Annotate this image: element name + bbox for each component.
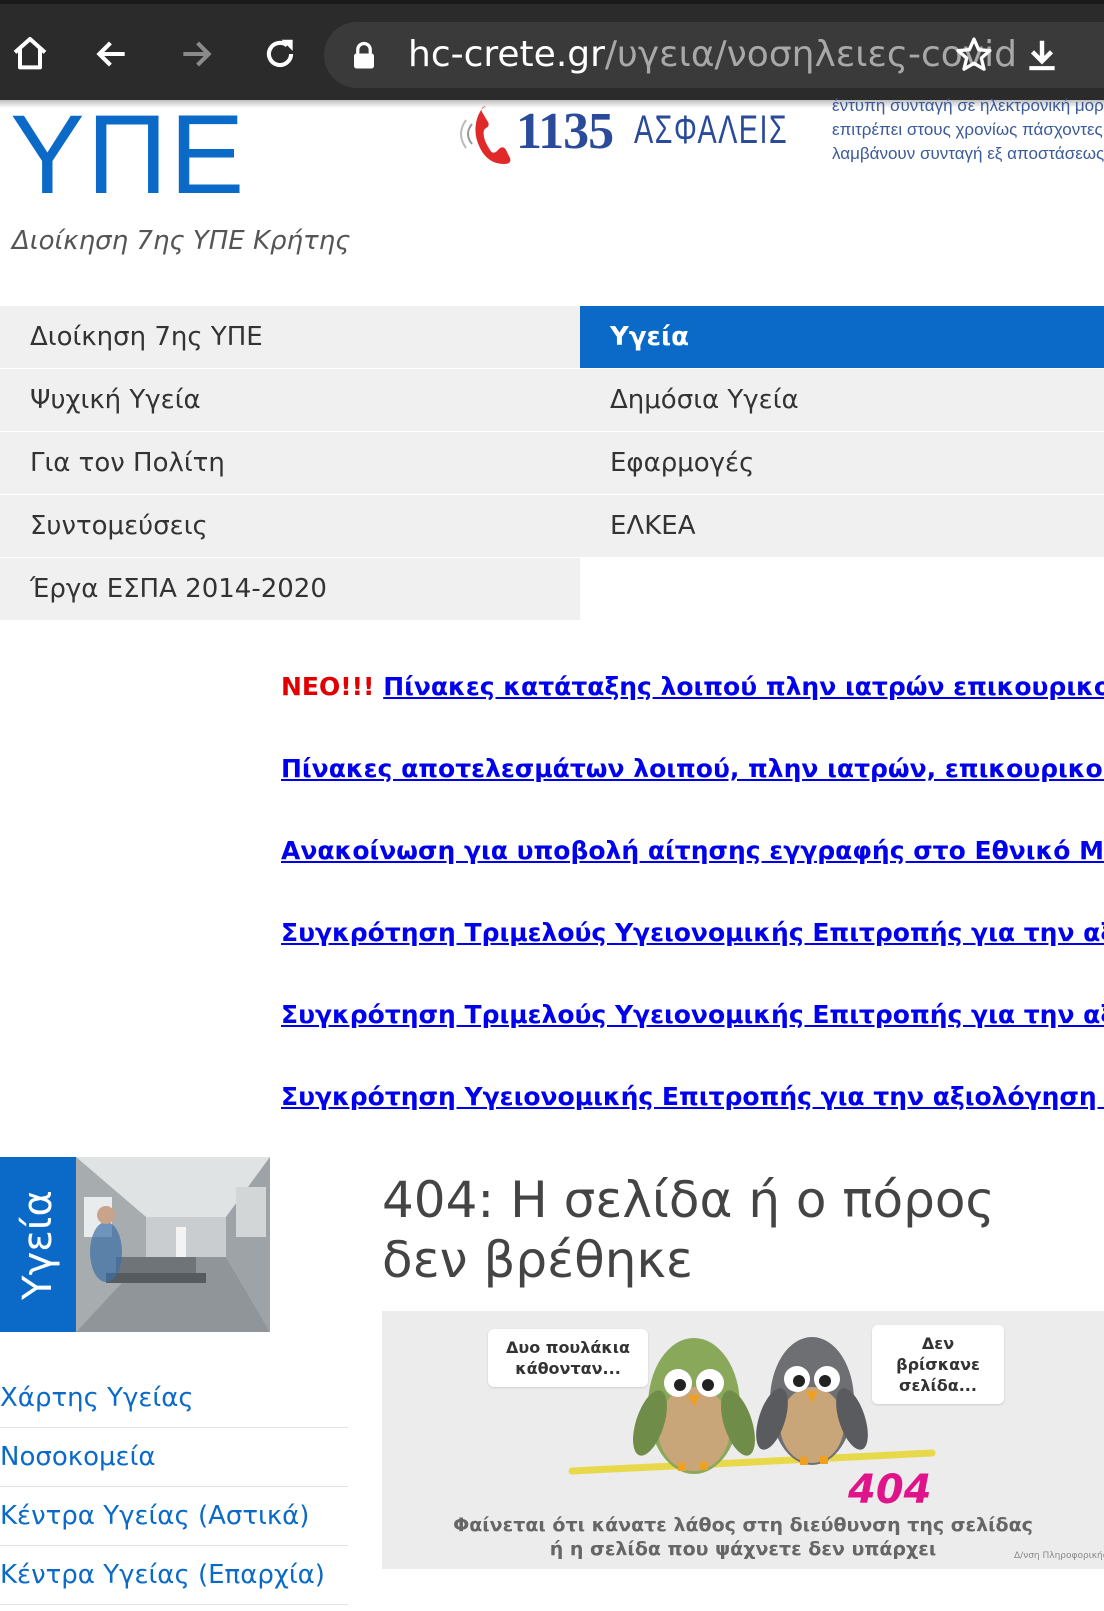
nav-item-elkea[interactable]: ΕΛΚΕΑ [580, 495, 1104, 557]
nav-item-mental-health[interactable]: Ψυχική Υγεία [0, 369, 580, 431]
news-item: Ανακοίνωση για υποβολή αίτησης εγγραφής … [281, 829, 1104, 911]
news-link[interactable]: Συγκρότηση Υγειονομικής Επιτροπής για τη… [281, 1082, 1104, 1111]
eprescription-line: έντυπη συνταγή σε ηλεκτρονική μορφή [832, 96, 1104, 115]
eprescription-line: λαμβάνουν συνταγή εξ αποστάσεως. [832, 144, 1104, 163]
news-link[interactable]: Ανακοίνωση για υποβολή αίτησης εγγραφής … [281, 836, 1104, 865]
news-item: Πίνακες αποτελεσμάτων λοιπού, πλην ιατρώ… [281, 747, 1104, 829]
nav-row: Έργα ΕΣΠΑ 2014-2020 [0, 558, 1104, 621]
reload-icon[interactable] [258, 32, 302, 76]
eprescription-notice[interactable]: έντυπη συνταγή σε ηλεκτρονική μορφή επιτ… [832, 94, 1104, 166]
nav-item-public-health[interactable]: Δημόσια Υγεία [580, 369, 1104, 431]
error-message-line: Φαίνεται ότι κάνατε λάθος στη διεύθυνση … [453, 1514, 1033, 1536]
browser-toolbar: hc-crete.gr/υγεια/νοσηλειες-covid [0, 0, 1104, 100]
news-link[interactable]: Συγκρότηση Τριμελούς Υγειονομικής Επιτρο… [281, 1000, 1104, 1029]
news-item: Συγκρότηση Τριμελούς Υγειονομικής Επιτρο… [281, 993, 1104, 1075]
error-message-line: ή η σελίδα που ψάχνετε δεν υπάρχει [549, 1538, 937, 1560]
address-bar[interactable]: hc-crete.gr/υγεια/νοσηλειες-covid [324, 22, 1104, 88]
nav-row: Συντομεύσεις ΕΛΚΕΑ [0, 495, 1104, 558]
site-logo[interactable]: ΥΠΕ [10, 96, 246, 214]
back-icon[interactable] [90, 32, 134, 76]
health-section-banner[interactable]: Υγεία [0, 1157, 270, 1332]
error-code: 404 [848, 1467, 932, 1513]
nav-empty-cell [580, 558, 1104, 620]
download-icon[interactable] [1020, 33, 1064, 77]
eprescription-line: επιτρέπει στους χρονίως πάσχοντες να [832, 120, 1104, 139]
news-link[interactable]: Πίνακες αποτελεσμάτων λοιπού, πλην ιατρώ… [281, 754, 1104, 783]
nav-item-espa-projects[interactable]: Έργα ΕΣΠΑ 2014-2020 [0, 558, 580, 620]
hotline-banner[interactable]: 1135 ΑΣΦΑΛΕΙΣ [458, 100, 787, 170]
nav-item-administration[interactable]: Διοίκηση 7ης ΥΠΕ [0, 306, 580, 368]
news-item: Συγκρότηση Υγειονομικής Επιτροπής για τη… [281, 1075, 1104, 1157]
nav-row: Ψυχική Υγεία Δημόσια Υγεία [0, 369, 1104, 432]
star-icon[interactable] [952, 33, 996, 77]
sidebar-link-urban-health-centers[interactable]: Κέντρα Υγείας (Αστικά) [0, 1488, 348, 1546]
nav-item-for-citizens[interactable]: Για τον Πολίτη [0, 432, 580, 494]
sidebar-link-hospitals[interactable]: Νοσοκομεία [0, 1429, 348, 1487]
hotline-number: 1135 [516, 103, 614, 160]
sidebar-links: Χάρτης Υγείας Νοσοκομεία Κέντρα Υγείας (… [0, 1370, 348, 1605]
health-tab-label: Υγεία [15, 1190, 61, 1300]
sidebar-link-health-map[interactable]: Χάρτης Υγείας [0, 1370, 348, 1428]
news-link[interactable]: Πίνακες κατάταξης λοιπού πλην ιατρών επι… [383, 672, 1104, 701]
owls-illustration [568, 1337, 936, 1475]
news-link[interactable]: Συγκρότηση Τριμελούς Υγειονομικής Επιτρο… [281, 918, 1104, 947]
site-subtitle: Διοίκηση 7ης ΥΠΕ Κρήτης [12, 226, 351, 256]
main-navigation: Διοίκηση 7ης ΥΠΕ Υγεία Ψυχική Υγεία Δημό… [0, 306, 1104, 621]
forward-icon[interactable] [174, 32, 218, 76]
new-badge: ΝΕΟ!!! [281, 672, 375, 701]
image-credit: Δ/νση Πληροφορικής [1014, 1551, 1104, 1561]
hotline-label: ΑΣΦΑΛΕΙΣ [634, 108, 789, 152]
error-title: 404: Η σελίδα ή ο πόρος δεν βρέθηκε [382, 1171, 995, 1289]
url-host: hc-crete.gr [408, 34, 605, 75]
url-text[interactable]: hc-crete.gr/υγεια/νοσηλειες-covid [408, 34, 1017, 76]
nav-item-applications[interactable]: Εφαρμογές [580, 432, 1104, 494]
health-tab: Υγεία [0, 1157, 76, 1332]
phone-icon [458, 102, 514, 170]
nav-item-shortcuts[interactable]: Συντομεύσεις [0, 495, 580, 557]
nav-row: Για τον Πολίτη Εφαρμογές [0, 432, 1104, 495]
sidebar-link-rural-health-centers[interactable]: Κέντρα Υγείας (Επαρχία) [0, 1547, 348, 1605]
error-illustration: Δυο πουλάκια κάθονταν... Δεν βρίσκανε σε… [382, 1311, 1104, 1569]
home-icon[interactable] [8, 32, 52, 76]
news-item: Συγκρότηση Τριμελούς Υγειονομικής Επιτρο… [281, 911, 1104, 993]
news-list: ΝΕΟ!!! Πίνακες κατάταξης λοιπού πλην ιατ… [281, 665, 1104, 1157]
lock-icon [342, 34, 386, 78]
hospital-corridor-image [76, 1157, 270, 1332]
nav-row: Διοίκηση 7ης ΥΠΕ Υγεία [0, 306, 1104, 369]
nav-item-health[interactable]: Υγεία [580, 306, 1104, 368]
news-item: ΝΕΟ!!! Πίνακες κατάταξης λοιπού πλην ιατ… [281, 665, 1104, 747]
error-message: Φαίνεται ότι κάνατε λάθος στη διεύθυνση … [382, 1513, 1104, 1561]
